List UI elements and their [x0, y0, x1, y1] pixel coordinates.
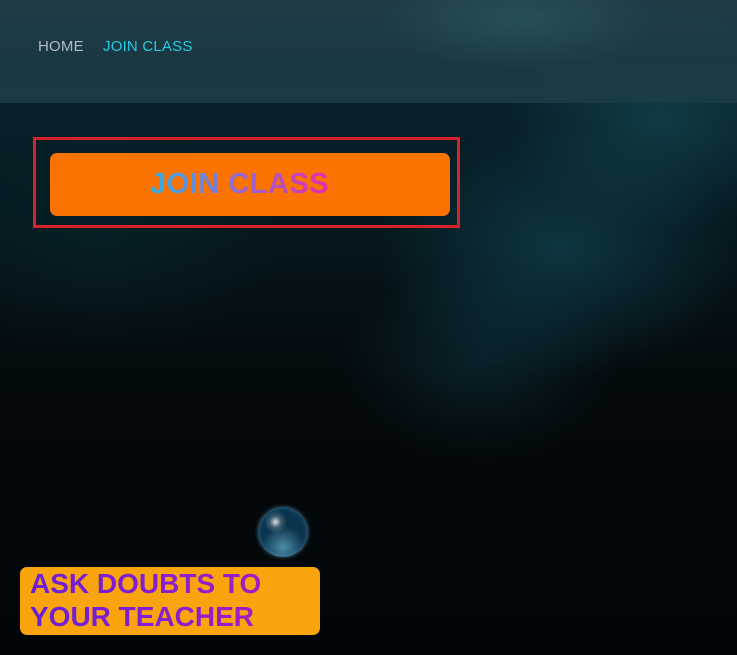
bubble-icon [258, 507, 308, 557]
join-class-button-label: JOIN CLASS [150, 168, 330, 200]
top-navbar: HOME JOIN CLASS [0, 0, 737, 103]
nav-home-link[interactable]: HOME [38, 38, 84, 55]
nav-join-class-link[interactable]: JOIN CLASS [103, 38, 193, 55]
ask-doubts-card[interactable]: ASK DOUBTS TO YOUR TEACHER [20, 567, 320, 635]
ask-doubts-line-1: ASK DOUBTS TO [30, 567, 320, 600]
ask-doubts-line-2: YOUR TEACHER [30, 600, 320, 633]
join-class-button[interactable]: JOIN CLASS [50, 153, 450, 216]
